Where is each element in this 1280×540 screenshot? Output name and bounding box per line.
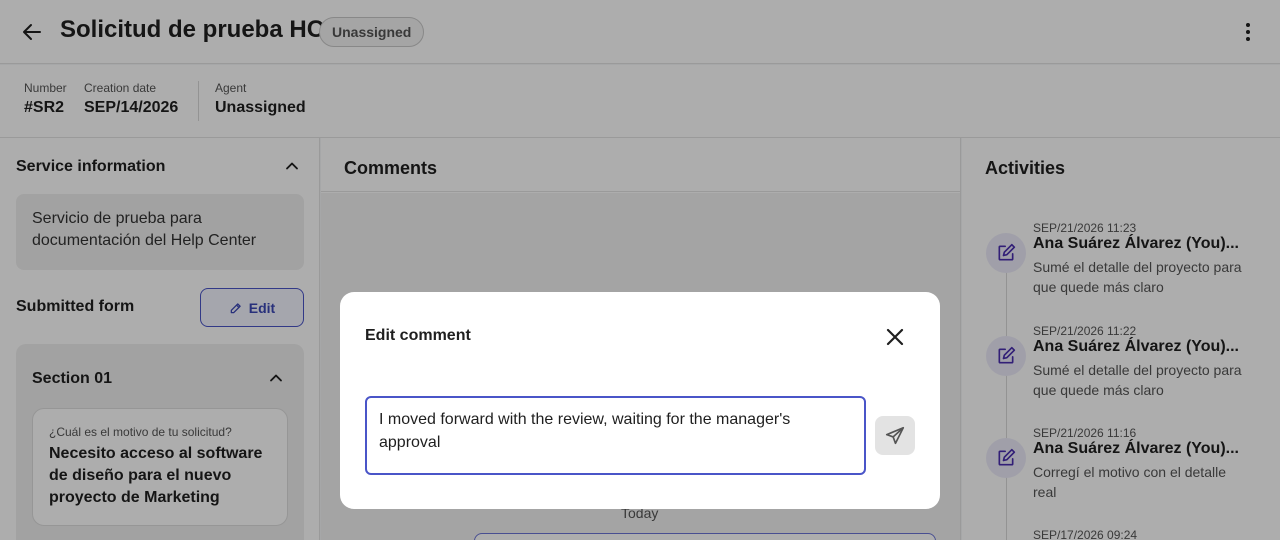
- send-button[interactable]: [875, 416, 915, 455]
- edit-comment-dialog: Edit comment I moved forward with the re…: [340, 292, 940, 509]
- close-icon[interactable]: [883, 325, 907, 349]
- comment-input[interactable]: I moved forward with the review, waiting…: [365, 396, 866, 475]
- send-icon: [885, 426, 905, 444]
- dialog-title: Edit comment: [365, 327, 471, 344]
